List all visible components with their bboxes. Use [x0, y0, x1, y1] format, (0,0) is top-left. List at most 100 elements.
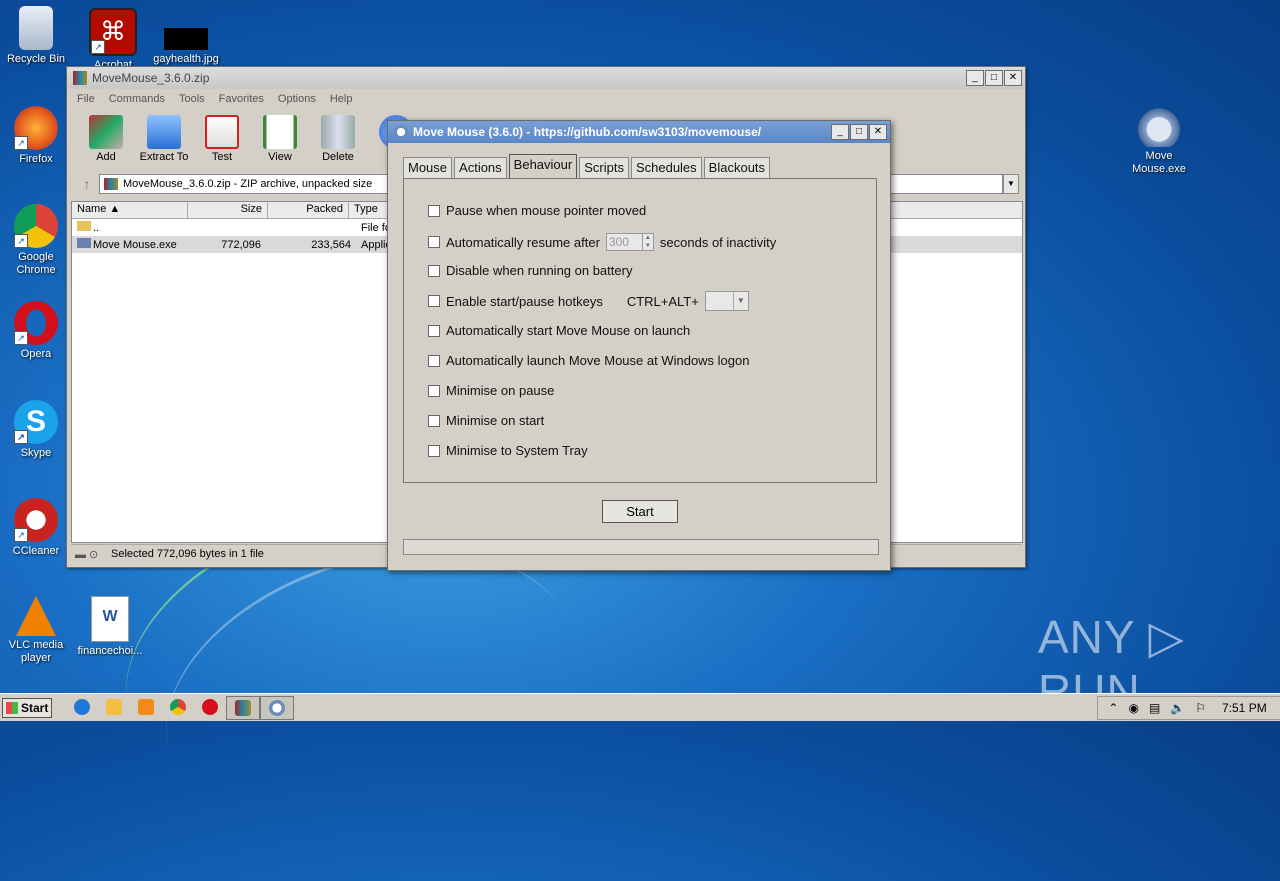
opera-icon [202, 698, 218, 715]
clipboard-check-icon [205, 115, 239, 149]
clock[interactable]: 7:51 PM [1222, 701, 1270, 715]
menu-file[interactable]: File [77, 93, 95, 105]
windows-flag-icon [6, 701, 18, 714]
archive-icon [104, 178, 118, 190]
add-button[interactable]: Add [77, 111, 135, 173]
option-minimise-on-pause[interactable]: Minimise on pause [428, 383, 554, 398]
checkbox[interactable] [428, 354, 440, 367]
ie-icon [74, 698, 90, 715]
option-launch-at-logon[interactable]: Automatically launch Move Mouse at Windo… [428, 353, 749, 368]
ccleaner-icon: ↗ [14, 498, 58, 542]
tab-mouse[interactable]: Mouse [403, 157, 453, 179]
chevron-up-icon[interactable]: ⌃ [1108, 701, 1118, 715]
checkbox[interactable] [428, 204, 440, 217]
movemouse-titlebar[interactable]: Move Mouse (3.6.0) - https://github.com/… [388, 121, 890, 143]
hotkey-select[interactable]: ▼ [704, 291, 749, 311]
folder-icon [106, 698, 122, 715]
desktop-icon-recycle-bin[interactable]: Recycle Bin [1, 6, 71, 66]
desktop-icon-chrome[interactable]: ↗ Google Chrome [1, 204, 71, 277]
winrar-titlebar[interactable]: MoveMouse_3.6.0.zip _ □ ✕ [67, 67, 1025, 89]
taskbar-ie[interactable] [66, 696, 98, 718]
option-autostart[interactable]: Automatically start Move Mouse on launch [428, 323, 690, 338]
option-hotkeys[interactable]: Enable start/pause hotkeys CTRL+ALT+ ▼ [428, 291, 749, 311]
tool-label: Test [211, 151, 233, 163]
close-button[interactable]: ✕ [869, 124, 887, 140]
desktop-icon-vlc[interactable]: VLC media player [1, 596, 71, 665]
menu-tools[interactable]: Tools [179, 93, 205, 105]
desktop-icon-acrobat[interactable]: ⌘ ↗ Acrobat [78, 8, 148, 72]
tab-schedules[interactable]: Schedules [630, 157, 702, 179]
desktop-icon-opera[interactable]: ↗ Opera [1, 301, 71, 361]
skype-icon: S ↗ [14, 400, 58, 444]
option-auto-resume[interactable]: Automatically resume after 300 ▲ ▼ seconds… [428, 233, 776, 251]
menu-commands[interactable]: Commands [109, 93, 165, 105]
desktop-icon-label: Firefox [19, 153, 53, 165]
flag-icon[interactable]: ⚐ [1195, 701, 1206, 715]
desktop-icon-skype[interactable]: S ↗ Skype [1, 400, 71, 460]
menu-help[interactable]: Help [330, 93, 353, 105]
extract-to-button[interactable]: Extract To [135, 111, 193, 173]
window-title: Move Mouse (3.6.0) - https://github.com/… [413, 125, 762, 139]
taskbar-movemouse[interactable] [260, 695, 294, 720]
drive-icon: ▬ ⊙ [75, 548, 99, 561]
minimize-button[interactable]: _ [966, 70, 984, 86]
desktop-icon-label: Recycle Bin [6, 53, 66, 65]
maximize-button[interactable]: □ [985, 70, 1003, 86]
checkbox[interactable] [428, 295, 440, 307]
menu-options[interactable]: Options [278, 93, 316, 105]
taskbar: Start ⌃ ◉ ▤ 🔈 ⚐ 7:51 PM [0, 693, 1280, 721]
tab-bar: Mouse Actions Behaviour Scripts Schedule… [403, 154, 772, 179]
taskbar-winrar[interactable] [226, 695, 260, 720]
tab-actions[interactable]: Actions [454, 157, 507, 179]
desktop-icon-ccleaner[interactable]: ↗ CCleaner [1, 498, 71, 558]
desktop-icon-movemouse[interactable]: Move Mouse.exe [1124, 103, 1194, 176]
taskbar-chrome[interactable] [162, 696, 194, 718]
checkbox[interactable] [428, 264, 440, 277]
checkbox[interactable] [428, 414, 440, 427]
desktop-icon-label: Opera [20, 348, 52, 360]
option-minimise-on-start[interactable]: Minimise on start [428, 413, 544, 428]
opera-icon: ↗ [14, 301, 58, 345]
network-icon[interactable]: ▤ [1149, 701, 1160, 715]
menu-favorites[interactable]: Favorites [219, 93, 264, 105]
maximize-button[interactable]: □ [850, 124, 868, 140]
up-arrow-icon[interactable]: ↑ [75, 176, 99, 192]
checkbox[interactable] [428, 324, 440, 337]
checkbox[interactable] [428, 384, 440, 397]
taskbar-media-player[interactable] [130, 696, 162, 718]
column-name[interactable]: Name ▲ [72, 202, 188, 218]
volume-icon[interactable]: 🔈 [1170, 701, 1185, 715]
desktop-icon-label: Move Mouse.exe [1132, 150, 1186, 175]
option-minimise-to-tray[interactable]: Minimise to System Tray [428, 443, 588, 458]
start-button[interactable]: Start [602, 500, 678, 523]
column-packed[interactable]: Packed [268, 202, 349, 218]
tab-behaviour[interactable]: Behaviour [508, 154, 578, 179]
view-button[interactable]: View [251, 111, 309, 173]
archive-add-icon [89, 115, 123, 149]
desktop-icon-word-doc[interactable]: W financechoi... [75, 596, 145, 658]
checkbox[interactable] [428, 444, 440, 457]
desktop-icon-label: CCleaner [12, 545, 60, 557]
tab-blackouts[interactable]: Blackouts [703, 157, 771, 179]
desktop-icon-firefox[interactable]: ↗ Firefox [1, 106, 71, 166]
winrar-icon [235, 699, 251, 716]
window-title: MoveMouse_3.6.0.zip [92, 71, 210, 85]
tab-scripts[interactable]: Scripts [579, 157, 629, 179]
column-size[interactable]: Size [188, 202, 268, 218]
system-tray: ⌃ ◉ ▤ 🔈 ⚐ 7:51 PM [1097, 695, 1280, 720]
checkbox[interactable] [428, 236, 440, 248]
resume-seconds-stepper[interactable]: 300 ▲ ▼ [605, 233, 654, 251]
taskbar-opera[interactable] [194, 696, 226, 718]
start-button-taskbar[interactable]: Start [2, 697, 52, 718]
desktop-icon-jpg[interactable]: gayhealth.jpg [151, 28, 221, 66]
option-pause-on-move[interactable]: Pause when mouse pointer moved [428, 203, 646, 218]
minimize-button[interactable]: _ [831, 124, 849, 140]
chevron-down-icon[interactable]: ▼ [1003, 174, 1019, 194]
test-button[interactable]: Test [193, 111, 251, 173]
taskbar-explorer[interactable] [98, 696, 130, 718]
delete-button[interactable]: Delete [309, 111, 367, 173]
option-disable-on-battery[interactable]: Disable when running on battery [428, 263, 632, 278]
mouse-tray-icon[interactable]: ◉ [1128, 701, 1138, 715]
chrome-icon [170, 698, 186, 715]
close-button[interactable]: ✕ [1004, 70, 1022, 86]
